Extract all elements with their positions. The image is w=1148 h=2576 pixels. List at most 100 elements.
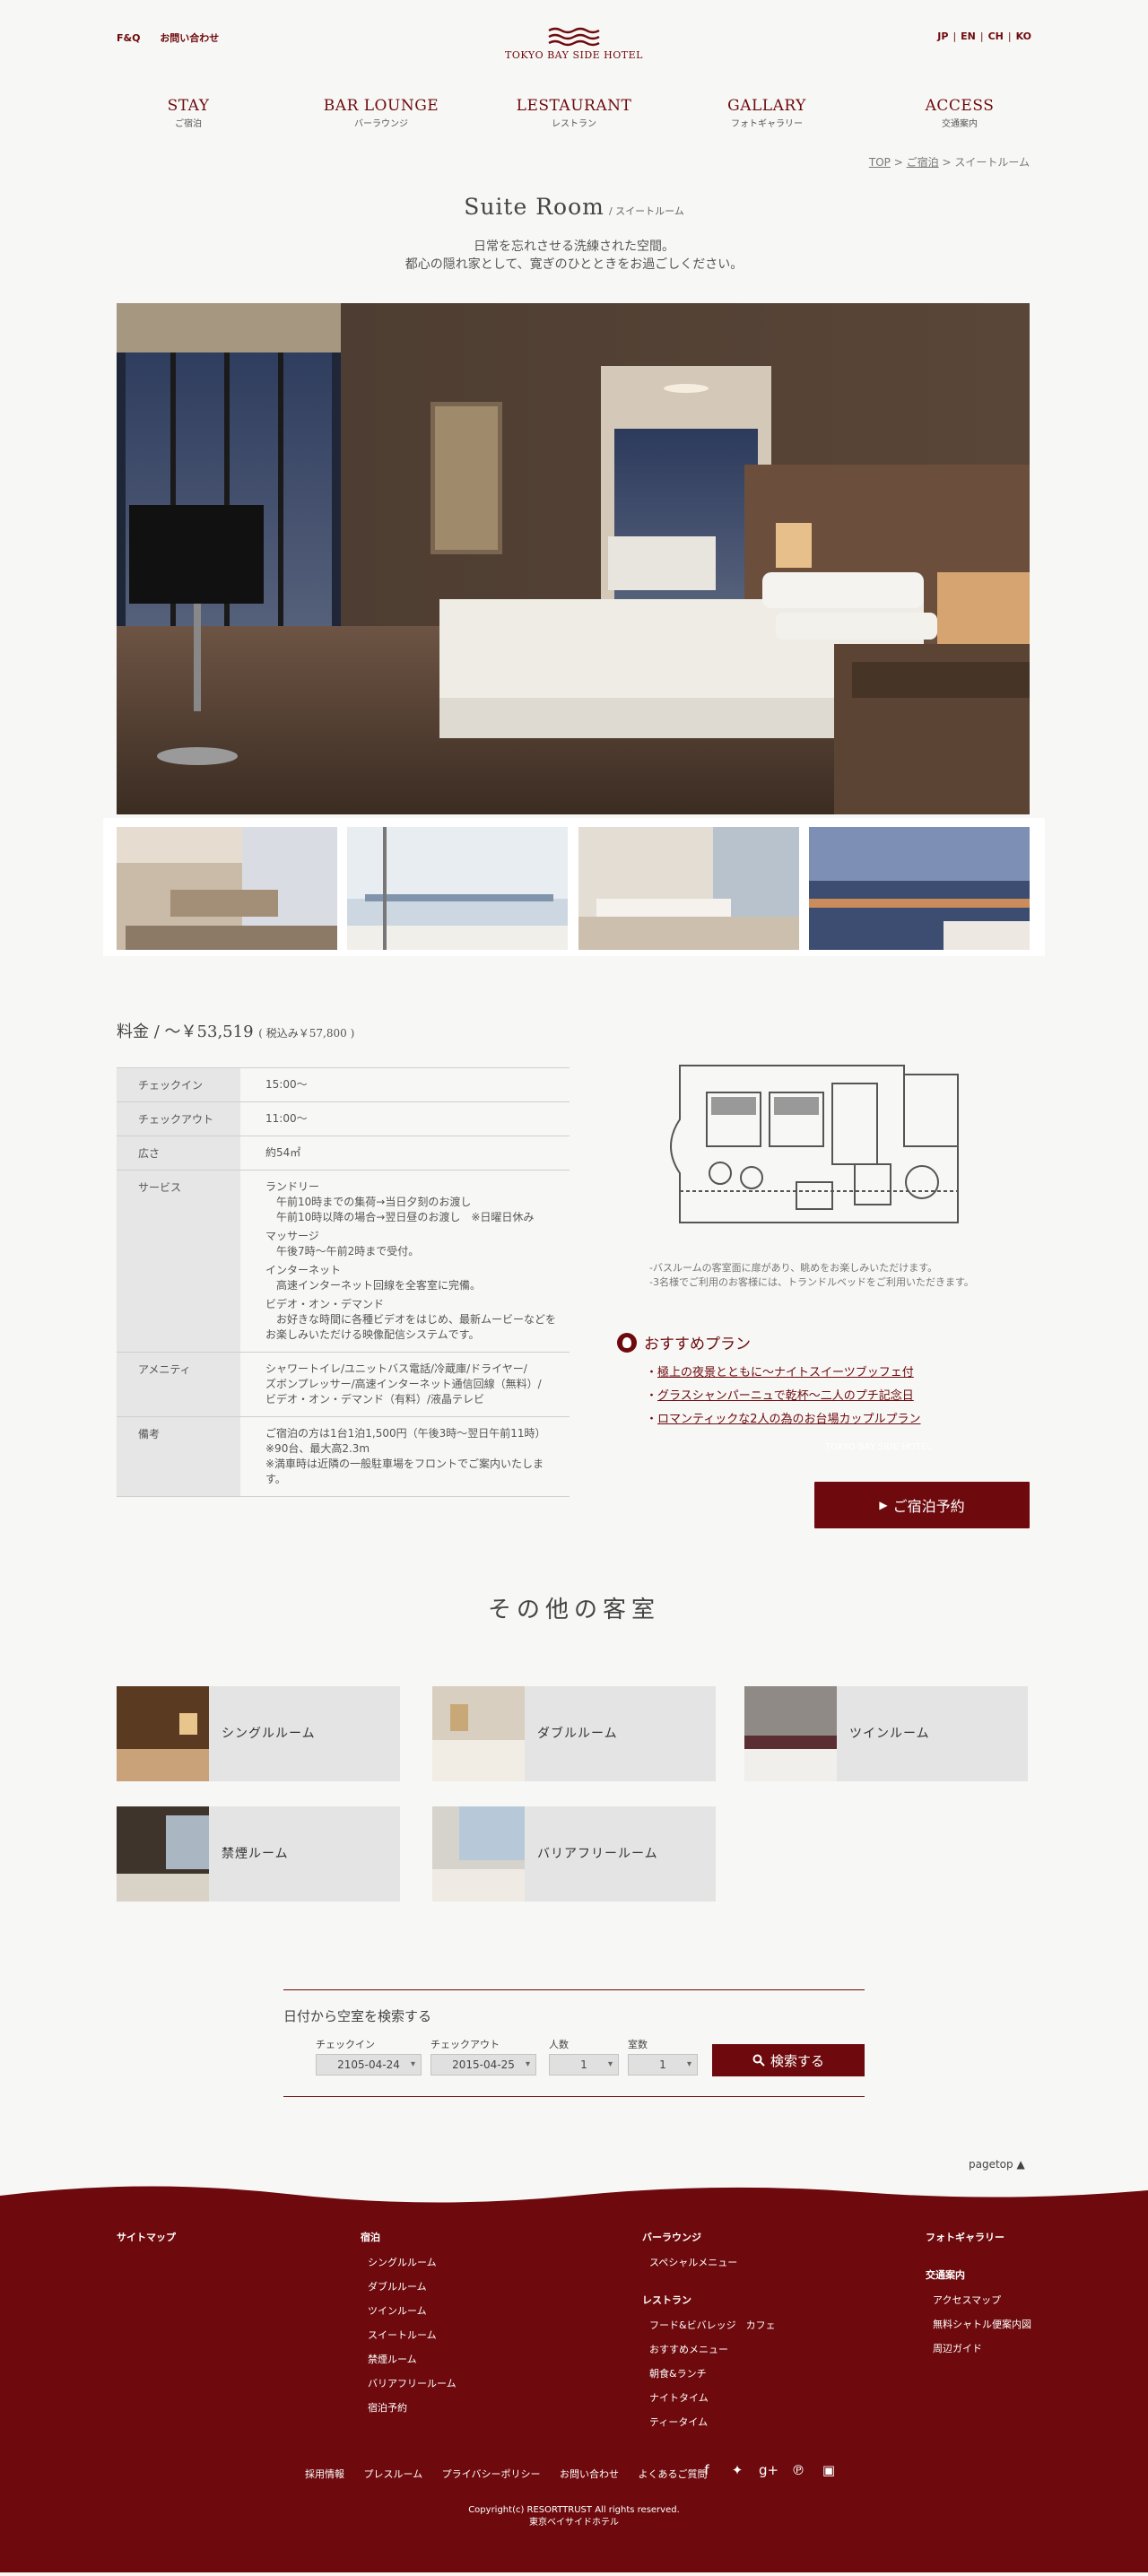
checkout-field: チェックアウト 2015-04-25 (430, 2037, 536, 2076)
footer-link-recruit[interactable]: 採用情報 (305, 2468, 344, 2480)
faq-link[interactable]: F&Q (117, 32, 140, 44)
spec-value-amenity: シャワートイレ/ユニットバス電話/冷蔵庫/ドライヤー/ ズボンプレッサー/高速イ… (240, 1352, 570, 1417)
checkin-select[interactable]: 2105-04-24 (316, 2054, 422, 2076)
nav-access-en: ACCESS (925, 97, 995, 115)
room-card-twin[interactable]: ツインルーム (744, 1686, 1028, 1781)
thumbnail-night-view[interactable] (809, 827, 1030, 950)
rooms-select[interactable]: 1 (628, 2054, 698, 2076)
room-card-single[interactable]: シングルルーム (117, 1686, 400, 1781)
nav-access[interactable]: ACCESS 交通案内 (888, 97, 1031, 129)
footer-gallery-access: フォトギャラリー 交通案内 アクセスマップ 無料シャトル便案内図 周辺ガイド (926, 2230, 1031, 2365)
footer-heading[interactable]: 交通案内 (926, 2267, 1031, 2282)
plans-list: 極上の夜景とともに〜ナイトスイーツブッフェ付 グラスシャンパーニュで乾杯〜二人の… (657, 1362, 921, 1426)
search-heading: 日付から空室を検索する (283, 2008, 432, 2024)
instagram-icon[interactable]: ▣ (820, 2461, 838, 2479)
people-select[interactable]: 1 (549, 2054, 619, 2076)
spec-value-service: ランドリー 午前10時までの集荷→当日夕刻のお渡し 午前10時以降の場合→翌日昼… (240, 1170, 570, 1353)
footer-link[interactable]: 周辺ガイド (933, 2341, 1031, 2355)
lang-en[interactable]: EN (961, 30, 976, 42)
pagetop-link[interactable]: pagetop ▲ (969, 2158, 1025, 2171)
lang-ch[interactable]: CH (988, 30, 1004, 42)
checkin-label: チェックイン (316, 2039, 375, 2050)
service-vod-detail: お好きな時間に各種ビデオをはじめ、最新ムービーなどを (276, 1313, 557, 1326)
search-icon (752, 2054, 765, 2067)
nav-restaurant-ja: レストラン (552, 119, 596, 129)
lang-ko[interactable]: KO (1016, 30, 1031, 42)
footer-heading[interactable]: フォトギャラリー (926, 2230, 1031, 2244)
room-photo (117, 1686, 209, 1781)
footer-sitemap: サイトマップ (117, 2230, 176, 2255)
service-vod: ビデオ・オン・デマンド (265, 1298, 385, 1310)
contact-link[interactable]: お問い合わせ (160, 32, 219, 44)
lead-line-1: 日常を忘れさせる洗練された空間。 (474, 239, 674, 254)
checkout-select[interactable]: 2015-04-25 (430, 2054, 536, 2076)
room-name: 禁煙ルーム (222, 1847, 289, 1861)
footer-link[interactable]: バリアフリールーム (368, 2376, 457, 2390)
breadcrumb-top[interactable]: TOP (869, 156, 891, 169)
footer-link[interactable]: シングルルーム (368, 2255, 457, 2269)
footer-link[interactable]: ティータイム (649, 2415, 776, 2429)
rooms-label: 室数 (628, 2039, 648, 2050)
nav-bar-lounge[interactable]: BAR LOUNGE バーラウンジ (309, 97, 453, 129)
breadcrumb-stay[interactable]: ご宿泊 (907, 156, 939, 169)
plan-link-champagne[interactable]: グラスシャンパーニュで乾杯〜二人のプチ記念日 (657, 1386, 921, 1403)
thumbnail-dining[interactable] (117, 827, 337, 950)
search-button[interactable]: 検索する (712, 2044, 865, 2076)
nav-access-ja: 交通案内 (942, 119, 978, 129)
room-name: ダブルルーム (537, 1727, 618, 1741)
room-notes: -バスルームの客室面に扉があり、眺めをお楽しみいただけます。 -3名様でご利用の… (649, 1261, 974, 1290)
footer-link[interactable]: フード&ビバレッジ カフェ (649, 2318, 776, 2332)
spec-label: アメニティ (117, 1352, 240, 1417)
footer-link[interactable]: 宿泊予約 (368, 2400, 457, 2415)
room-photo (432, 1686, 525, 1781)
footer-link-contact[interactable]: お問い合わせ (560, 2468, 619, 2480)
footer-heading[interactable]: 宿泊 (361, 2230, 457, 2244)
footer-heading[interactable]: バーラウンジ (642, 2230, 776, 2244)
footer-heading[interactable]: サイトマップ (117, 2230, 176, 2244)
service-laundry: ランドリー (265, 1180, 320, 1193)
footer-link[interactable]: スイートルーム (368, 2328, 457, 2342)
spec-label: 広さ (117, 1136, 240, 1171)
footer-link[interactable]: ナイトタイム (649, 2390, 776, 2405)
plan-link-night-buffet[interactable]: 極上の夜景とともに〜ナイトスイーツブッフェ付 (657, 1362, 921, 1379)
nav-gallery[interactable]: GALLARY フォトギャラリー (695, 97, 839, 129)
footer-heading[interactable]: レストラン (642, 2293, 776, 2307)
thumbnail-strip (103, 818, 1045, 956)
nav-stay[interactable]: STAY ご宿泊 (117, 97, 260, 129)
nav-bar-en: BAR LOUNGE (323, 97, 439, 115)
plan-link-couple[interactable]: ロマンティックな2人の為のお台場カップルプラン (657, 1409, 921, 1426)
room-photo (744, 1686, 837, 1781)
thumbnail-bathroom[interactable] (578, 827, 799, 950)
breadcrumb: TOP > ご宿泊 > スイートルーム (869, 154, 1030, 170)
spec-row-size: 広さ 約54㎡ (117, 1136, 570, 1171)
price: 料金 / 〜￥53,519 ( 税込み￥57,800 ) (117, 1019, 354, 1042)
footer-link[interactable]: 無料シャトル便案内図 (933, 2317, 1031, 2331)
footer-link[interactable]: ツインルーム (368, 2303, 457, 2318)
room-name: シングルルーム (222, 1727, 316, 1741)
room-card-double[interactable]: ダブルルーム (432, 1686, 716, 1781)
footer-link[interactable]: おすすめメニュー (649, 2342, 776, 2356)
room-spec-table: チェックイン 15:00〜 チェックアウト 11:00〜 広さ 約54㎡ サービス ラ… (117, 1067, 570, 1497)
footer-link[interactable]: スペシャルメニュー (649, 2255, 776, 2269)
room-card-barrier-free[interactable]: バリアフリールーム (432, 1806, 716, 1902)
footer-link[interactable]: 朝食&ランチ (649, 2366, 776, 2380)
google-plus-icon[interactable]: g+ (759, 2461, 778, 2479)
footer-link[interactable]: アクセスマップ (933, 2293, 1031, 2307)
room-card-non-smoking[interactable]: 禁煙ルーム (117, 1806, 400, 1902)
spec-row-amenity: アメニティ シャワートイレ/ユニットバス電話/冷蔵庫/ドライヤー/ ズボンプレッ… (117, 1352, 570, 1417)
twitter-icon[interactable]: ✦ (728, 2461, 746, 2479)
footer-link[interactable]: ダブルルーム (368, 2279, 457, 2293)
logo[interactable]: TOKYO BAY SIDE HOTEL (502, 27, 646, 61)
footer-link[interactable]: 禁煙ルーム (368, 2352, 457, 2366)
thumbnail-bay-view[interactable] (347, 827, 568, 950)
book-button[interactable]: ▶ ご宿泊予約 (814, 1482, 1030, 1528)
lang-jp[interactable]: JP (937, 30, 948, 42)
footer-link-press[interactable]: プレスルーム (364, 2468, 423, 2480)
footer-link-privacy[interactable]: プライバシーポリシー (442, 2468, 541, 2480)
search-button-label: 検索する (770, 2052, 824, 2069)
footer-link-faq[interactable]: よくあるご質問 (638, 2468, 707, 2480)
facebook-icon[interactable]: f (698, 2461, 716, 2479)
nav-restaurant[interactable]: LESTAURANT レストラン (502, 97, 646, 129)
service-vod-detail: お楽しみいただける映像配信システムです。 (265, 1328, 480, 1341)
pinterest-icon[interactable]: ℗ (789, 2461, 807, 2479)
